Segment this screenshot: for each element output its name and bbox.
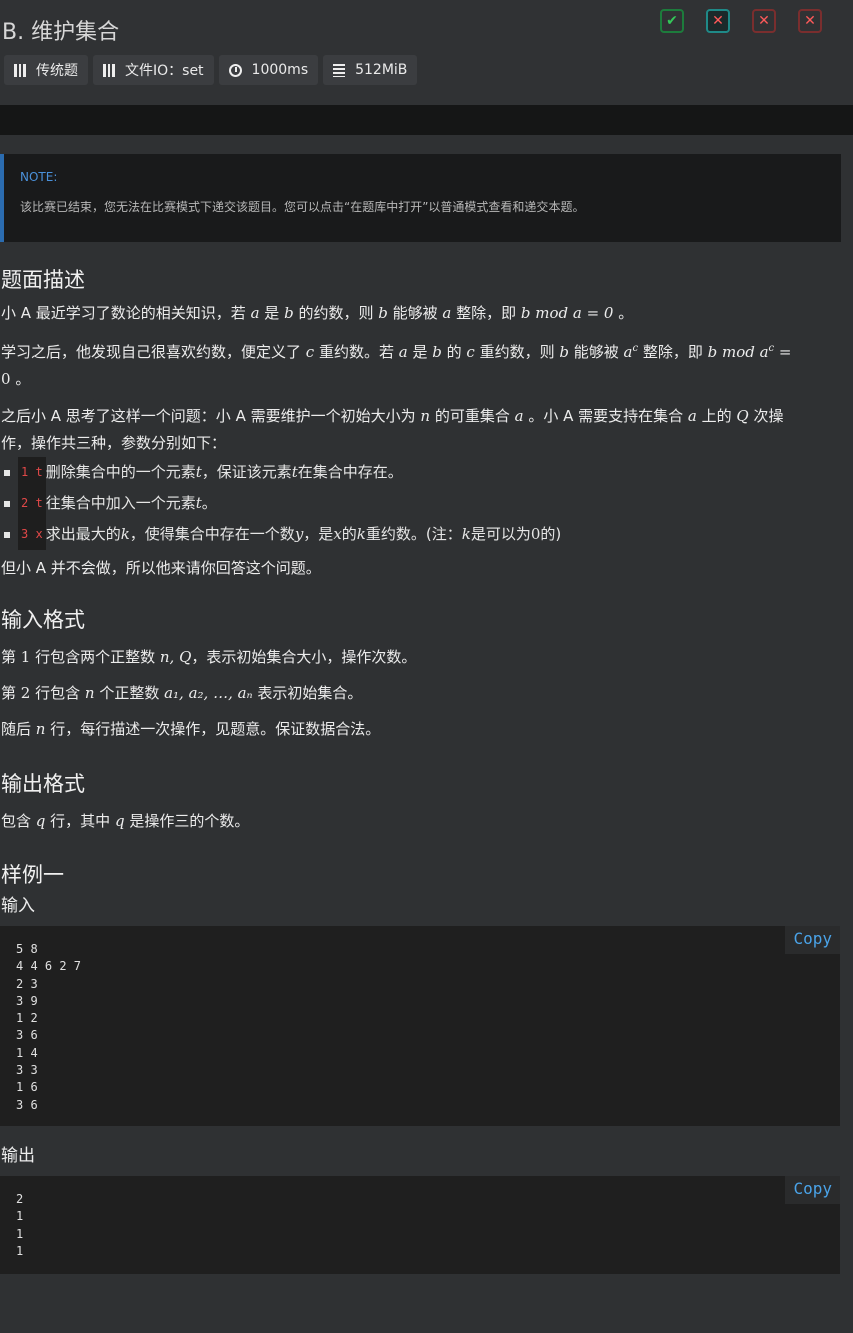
tag-file-io: 文件IO：set xyxy=(93,55,214,85)
book-icon xyxy=(14,63,26,77)
code-line: 2 xyxy=(16,1192,24,1206)
code-line: 1 6 xyxy=(16,1080,38,1095)
input-format-line: 随后 n 行，每行描述一次操作，见题意。保证数据合法。 xyxy=(1,720,381,738)
tag-memory-limit: 512MiB xyxy=(323,55,418,85)
sample-output-code: Copy 2 1 1 1 xyxy=(0,1176,840,1274)
section-heading-description: 题面描述 xyxy=(1,268,85,292)
timer-icon xyxy=(228,63,242,77)
tag-problem-type: 传统题 xyxy=(4,55,88,85)
input-format-line: 第 2 行包含 n 个正整数 a₁, a₂, …, aₙ 表示初始集合。 xyxy=(1,684,363,702)
output-format-line: 包含 q 行，其中 q 是操作三的个数。 xyxy=(1,812,250,830)
note-title: NOTE: xyxy=(20,170,58,184)
code-line: 5 8 xyxy=(16,942,38,956)
copy-input-button[interactable]: Copy xyxy=(785,926,840,954)
list-item: 3 x 求出最大的 k ，使得集合中存在一个数 y ，是 x 的 k 重约数。(注：… xyxy=(4,519,853,550)
sample-input-label: 输入 xyxy=(1,896,35,916)
description-paragraph: 但小 A 并不会做，所以他来请你回答这个问题。 xyxy=(1,559,321,577)
description-paragraph: 小 A 最近学习了数论的相关知识，若 a 是 b 的约数，则 b 能够被 a 整… xyxy=(1,304,634,322)
memory-icon xyxy=(333,63,346,77)
section-heading-sample: 样例一 xyxy=(1,863,64,887)
tag-time-limit: 1000ms xyxy=(218,55,319,85)
description-paragraph: 之后小 A 思考了这样一个问题：小 A 需要维护一个初始大小为 n 的可重集合 … xyxy=(1,407,784,452)
submission-status-icons: ✔ ✕ ✕ ✕ xyxy=(660,9,822,33)
section-heading-input: 输入格式 xyxy=(1,608,85,632)
problem-header: B. 维护集合 ✔ ✕ ✕ ✕ 传统题 文件IO：set 1000ms 512M… xyxy=(0,0,853,105)
sample-output-label: 输出 xyxy=(1,1146,35,1166)
input-format-line: 第 1 行包含两个正整数 n, Q，表示初始集合大小，操作次数。 xyxy=(1,648,417,666)
problem-tags: 传统题 文件IO：set 1000ms 512MiB xyxy=(4,55,418,85)
accepted-check-icon[interactable]: ✔ xyxy=(660,9,684,33)
toolbar-strip xyxy=(0,105,853,135)
code-line: 1 xyxy=(16,1226,24,1241)
note-text: 该比赛已结束，您无法在比赛模式下递交该题目。您可以点击“在题库中打开”以普通模式… xyxy=(20,200,585,214)
sample-output-lines: 2 1 1 1 xyxy=(16,1191,840,1260)
code-line: 1 xyxy=(16,1243,24,1258)
copy-output-button[interactable]: Copy xyxy=(785,1176,840,1204)
contest-ended-note: NOTE: 该比赛已结束，您无法在比赛模式下递交该题目。您可以点击“在题库中打开… xyxy=(0,154,841,242)
page-title: B. 维护集合 xyxy=(2,20,120,45)
code-line: 1 2 xyxy=(16,1011,38,1026)
list-item: 1 t 删除集合中的一个元素 t ，保证该元素 t 在集合中存在。 xyxy=(4,457,853,488)
wrong-answer-cross-icon[interactable]: ✕ xyxy=(798,9,822,33)
code-line: 3 9 xyxy=(16,993,38,1008)
description-paragraph: 学习之后，他发现自己很喜欢约数，便定义了 c 重约数。若 a 是 b 的 c 重… xyxy=(1,343,792,388)
wrong-answer-cross-icon[interactable]: ✕ xyxy=(706,9,730,33)
code-line: 2 3 xyxy=(16,976,38,991)
code-line: 3 6 xyxy=(16,1028,38,1043)
sample-input-lines: 5 8 4 4 6 2 7 2 3 3 9 1 2 3 6 1 4 3 3 1 6 3 6 xyxy=(16,941,840,1114)
book-icon xyxy=(103,63,115,77)
sample-input-code: Copy 5 8 4 4 6 2 7 2 3 3 9 1 2 3 6 1 4 3 3 1 6 3 … xyxy=(0,926,840,1126)
code-line: 3 6 xyxy=(16,1097,38,1112)
section-heading-output: 输出格式 xyxy=(1,772,85,796)
code-line: 3 3 xyxy=(16,1063,38,1078)
operation-list: 1 t 删除集合中的一个元素 t ，保证该元素 t 在集合中存在。 2 t 往集合中… xyxy=(4,457,853,550)
wrong-answer-cross-icon[interactable]: ✕ xyxy=(752,9,776,33)
list-item: 2 t 往集合中加入一个元素 t 。 xyxy=(4,488,853,519)
code-line: 1 xyxy=(16,1209,24,1224)
code-line: 4 4 6 2 7 xyxy=(16,959,82,974)
code-line: 1 4 xyxy=(16,1045,38,1060)
